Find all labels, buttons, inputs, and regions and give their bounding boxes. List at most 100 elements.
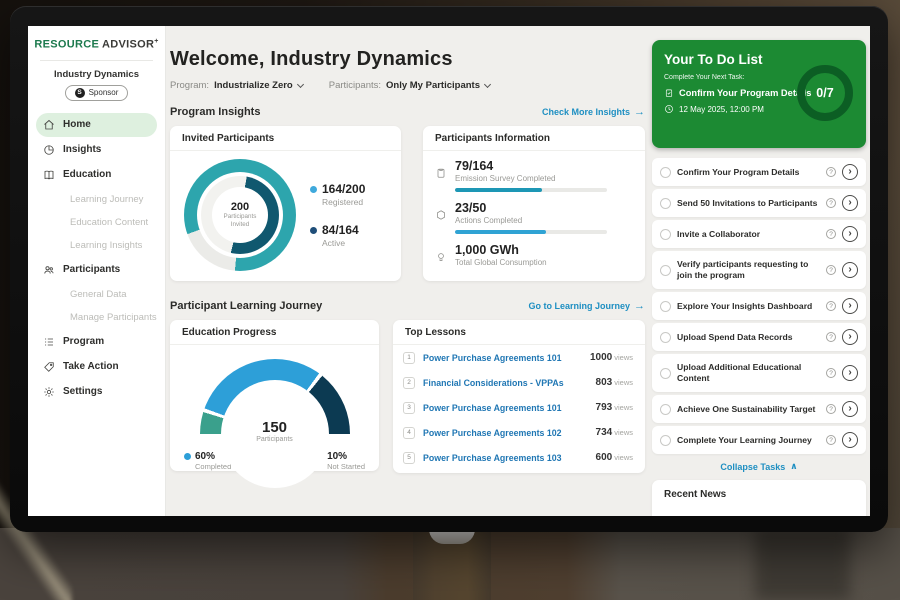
- page-title: Welcome, Industry Dynamics: [170, 48, 645, 71]
- sidebar-item-insights[interactable]: Insights: [36, 138, 157, 162]
- sidebar-item-label: Insights: [63, 144, 101, 155]
- info-icon[interactable]: ?: [826, 368, 836, 378]
- info-icon[interactable]: ?: [826, 229, 836, 239]
- lesson-rank: 2: [403, 377, 415, 389]
- program-filter-dropdown[interactable]: Program: Industrialize Zero: [170, 80, 303, 91]
- chevron-down-icon: [297, 80, 304, 87]
- task-checkbox[interactable]: [660, 265, 671, 276]
- list-icon: [43, 336, 55, 348]
- filter-bar: Program: Industrialize Zero Participants…: [170, 80, 645, 91]
- task-checkbox[interactable]: [660, 198, 671, 209]
- sidebar: RESOURCE ADVISOR+ Industry Dynamics S Sp…: [28, 26, 166, 516]
- sidebar-item-label: Education: [63, 169, 111, 180]
- task-checkbox[interactable]: [660, 301, 671, 312]
- lesson-row[interactable]: 3 Power Purchase Agreements 101 793views: [393, 395, 645, 420]
- task-row-send-invitations[interactable]: Send 50 Invitations to Participants ? ›: [652, 189, 866, 217]
- task-row-confirm-program[interactable]: Confirm Your Program Details ? ›: [652, 158, 866, 186]
- task-checkbox[interactable]: [660, 368, 671, 379]
- lesson-rank: 3: [403, 402, 415, 414]
- task-row-invite-collaborator[interactable]: Invite a Collaborator ? ›: [652, 220, 866, 248]
- sidebar-item-manage-participants[interactable]: Manage Participants: [36, 306, 157, 329]
- task-checkbox[interactable]: [660, 229, 671, 240]
- program-filter-label: Program:: [170, 80, 209, 91]
- lesson-link[interactable]: Power Purchase Agreements 101: [423, 353, 588, 363]
- invited-participants-donut-chart: 200 Participants Invited: [184, 159, 296, 271]
- lesson-link[interactable]: Power Purchase Agreements 101: [423, 403, 594, 413]
- sponsor-badge: S Sponsor: [65, 85, 129, 101]
- lesson-row[interactable]: 1 Power Purchase Agreements 101 1000view…: [393, 345, 645, 370]
- lesson-link[interactable]: Power Purchase Agreements 103: [423, 453, 594, 463]
- sidebar-item-label: Program: [63, 336, 104, 347]
- task-checkbox[interactable]: [660, 435, 671, 446]
- sidebar-item-education[interactable]: Education: [36, 163, 157, 187]
- tag-icon: [43, 361, 55, 373]
- chevron-down-icon: [484, 80, 491, 87]
- sidebar-item-program[interactable]: Program: [36, 330, 157, 354]
- chevron-right-icon[interactable]: ›: [842, 195, 858, 211]
- lesson-row[interactable]: 5 Power Purchase Agreements 103 600views: [393, 445, 645, 470]
- background-shadow: [755, 528, 850, 600]
- info-icon[interactable]: ?: [826, 167, 836, 177]
- bulb-icon: [435, 251, 447, 263]
- sidebar-item-settings[interactable]: Settings: [36, 380, 157, 404]
- invited-participants-card: Invited Participants 200 Participants In…: [170, 126, 401, 281]
- lesson-link[interactable]: Power Purchase Agreements 102: [423, 428, 594, 438]
- todo-panel: Your To Do List Complete Your Next Task:…: [652, 40, 866, 516]
- task-checkbox[interactable]: [660, 167, 671, 178]
- task-checkbox[interactable]: [660, 332, 671, 343]
- card-title: Top Lessons: [393, 320, 645, 345]
- participants-information-card: Participants Information 79/164 Emission…: [423, 126, 645, 281]
- chevron-right-icon[interactable]: ›: [842, 432, 858, 448]
- sponsor-badge-label: Sponsor: [89, 88, 119, 97]
- sidebar-item-general-data[interactable]: General Data: [36, 283, 157, 306]
- sidebar-nav: Home Insights Education Learning Journey…: [28, 113, 165, 404]
- dashboard-screen: RESOURCE ADVISOR+ Industry Dynamics S Sp…: [28, 26, 870, 516]
- task-row-upload-educational-content[interactable]: Upload Additional Educational Content ? …: [652, 354, 866, 392]
- go-to-learning-journey-link[interactable]: Go to Learning Journey →: [528, 300, 645, 312]
- chevron-right-icon[interactable]: ›: [842, 226, 858, 242]
- todo-task-list: Confirm Your Program Details ? › Send 50…: [652, 158, 866, 454]
- participants-filter-dropdown[interactable]: Participants: Only My Participants: [329, 80, 490, 91]
- sponsor-icon: S: [75, 88, 85, 98]
- todo-next-task: Confirm Your Program Details: [679, 88, 811, 98]
- info-icon[interactable]: ?: [826, 301, 836, 311]
- chevron-right-icon[interactable]: ›: [842, 401, 858, 417]
- info-icon[interactable]: ?: [826, 332, 836, 342]
- legend-dot: [184, 453, 191, 460]
- sidebar-item-learning-journey[interactable]: Learning Journey: [36, 188, 157, 211]
- info-icon[interactable]: ?: [826, 435, 836, 445]
- task-row-verify-participants[interactable]: Verify participants requesting to join t…: [652, 251, 866, 289]
- task-row-explore-insights[interactable]: Explore Your Insights Dashboard ? ›: [652, 292, 866, 320]
- card-title: Education Progress: [170, 320, 379, 345]
- task-row-upload-spend-data[interactable]: Upload Spend Data Records ? ›: [652, 323, 866, 351]
- collapse-tasks-link[interactable]: Collapse Tasks ∧: [652, 461, 866, 472]
- info-icon[interactable]: ?: [826, 404, 836, 414]
- chevron-right-icon[interactable]: ›: [842, 262, 858, 278]
- chevron-right-icon[interactable]: ›: [842, 365, 858, 381]
- info-icon[interactable]: ?: [826, 265, 836, 275]
- lesson-link[interactable]: Financial Considerations - VPPAs: [423, 378, 594, 388]
- sidebar-item-learning-insights[interactable]: Learning Insights: [36, 234, 157, 257]
- chevron-right-icon[interactable]: ›: [842, 298, 858, 314]
- gauge-center-label: Participants: [200, 436, 350, 443]
- chevron-right-icon[interactable]: ›: [842, 329, 858, 345]
- task-checkbox[interactable]: [660, 404, 671, 415]
- chevron-right-icon[interactable]: ›: [842, 164, 858, 180]
- arrow-right-icon: →: [634, 300, 645, 312]
- task-row-complete-learning-journey[interactable]: Complete Your Learning Journey ? ›: [652, 426, 866, 454]
- participants-filter-value: Only My Participants: [386, 80, 480, 91]
- education-progress-gauge-chart: 150 Participants: [200, 359, 350, 435]
- sidebar-item-home[interactable]: Home: [36, 113, 157, 137]
- lesson-row[interactable]: 2 Financial Considerations - VPPAs 803vi…: [393, 370, 645, 395]
- logo-text-primary: RESOURCE: [34, 39, 99, 51]
- todo-due-date: 12 May 2025, 12:00 PM: [679, 105, 764, 114]
- learning-journey-heading: Participant Learning Journey: [170, 300, 322, 312]
- sidebar-item-education-content[interactable]: Education Content: [36, 211, 157, 234]
- sidebar-item-take-action[interactable]: Take Action: [36, 355, 157, 379]
- task-row-achieve-target[interactable]: Achieve One Sustainability Target ? ›: [652, 395, 866, 423]
- check-more-insights-link[interactable]: Check More Insights →: [542, 106, 645, 118]
- sidebar-item-participants[interactable]: Participants: [36, 258, 157, 282]
- lesson-row[interactable]: 4 Power Purchase Agreements 102 734views: [393, 420, 645, 445]
- pie-chart-icon: [43, 144, 55, 156]
- info-icon[interactable]: ?: [826, 198, 836, 208]
